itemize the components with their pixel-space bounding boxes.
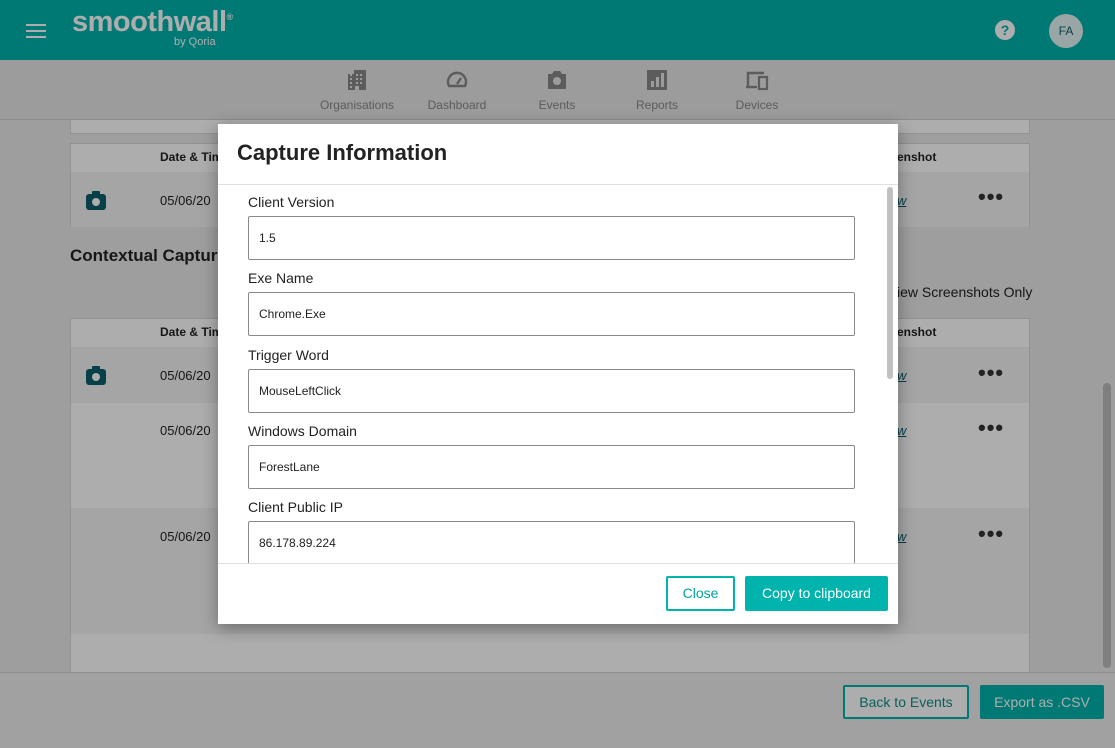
close-button[interactable]: Close	[666, 576, 735, 611]
windows-domain-input[interactable]	[248, 445, 855, 489]
trigger-word-field: Trigger Word	[248, 347, 855, 413]
client-public-ip-input[interactable]	[248, 521, 855, 563]
exe-name-input[interactable]	[248, 292, 855, 336]
divider	[218, 563, 898, 564]
field-label: Trigger Word	[248, 347, 329, 363]
field-label: Windows Domain	[248, 423, 357, 439]
client-version-field: Client Version	[248, 194, 855, 260]
field-label: Client Version	[248, 194, 335, 210]
windows-domain-field: Windows Domain	[248, 423, 855, 489]
dialog-scrollbar-thumb[interactable]	[887, 187, 893, 379]
trigger-word-input[interactable]	[248, 369, 855, 413]
client-public-ip-field: Client Public IP	[248, 499, 855, 563]
copy-to-clipboard-button[interactable]: Copy to clipboard	[745, 576, 888, 611]
capture-information-dialog: Capture Information Client Version Exe N…	[218, 124, 898, 624]
dialog-title: Capture Information	[237, 140, 448, 165]
exe-name-field: Exe Name	[248, 270, 855, 336]
field-label: Client Public IP	[248, 499, 343, 515]
client-version-input[interactable]	[248, 216, 855, 260]
dialog-body[interactable]: Client Version Exe Name Trigger Word Win…	[218, 185, 898, 563]
field-label: Exe Name	[248, 270, 314, 286]
